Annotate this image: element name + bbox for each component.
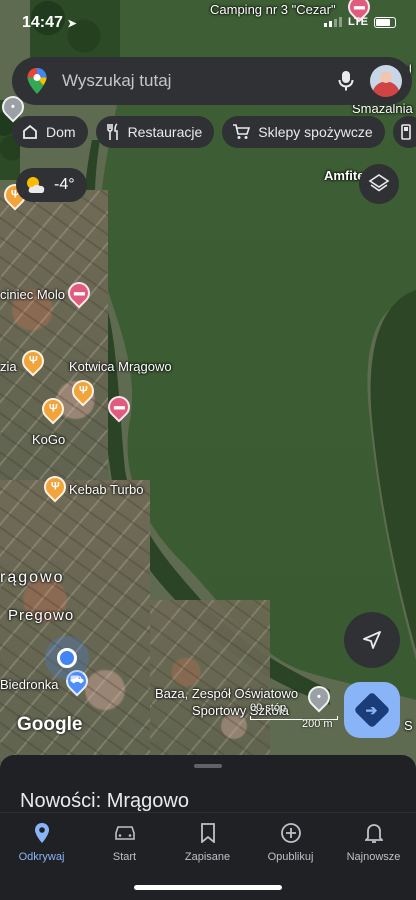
- bell-icon: [364, 824, 383, 843]
- chip-label: Dom: [46, 124, 76, 140]
- layers-button[interactable]: [359, 164, 399, 204]
- map-scale: 00 stóp 200 m: [250, 702, 338, 730]
- nav-label: Opublikuj: [267, 851, 314, 863]
- search-input[interactable]: Wyszukaj tutaj: [62, 71, 338, 91]
- nav-explore[interactable]: Odkrywaj: [0, 821, 83, 863]
- account-avatar[interactable]: [370, 65, 402, 97]
- home-indicator[interactable]: [134, 885, 282, 890]
- scale-feet: 00 stóp: [250, 702, 287, 714]
- map-label-biedronka: Biedronka: [0, 677, 59, 692]
- maps-logo-icon: [27, 68, 47, 94]
- search-bar[interactable]: Wyszukaj tutaj: [12, 57, 412, 105]
- map-label-molo: ciniec Molo: [0, 287, 66, 302]
- sheet-title: Nowości: Mrągowo: [20, 790, 189, 812]
- google-logo: Google: [17, 714, 83, 735]
- sheet-drag-handle[interactable]: [194, 764, 222, 768]
- category-chips: Dom Restauracje Sklepy spożywcze: [12, 116, 416, 148]
- clock: 14:47: [22, 14, 63, 31]
- nav-contribute[interactable]: Opublikuj: [249, 821, 332, 863]
- gas-station-icon: [400, 124, 411, 140]
- map-label-kotwica: Kotwica Mrągowo: [69, 359, 172, 374]
- partly-cloudy-icon: [27, 177, 45, 193]
- chip-label: Sklepy spożywcze: [258, 124, 373, 140]
- directions-button[interactable]: ➔: [344, 682, 400, 738]
- map-label-baza: Baza, Zespół Oświatowo: [155, 686, 299, 701]
- map-label-kogo: KoGo: [32, 432, 66, 447]
- map-label-kebab: Kebab Turbo: [69, 482, 144, 497]
- status-time: 14:47 ➤: [22, 14, 77, 32]
- home-icon: [23, 124, 37, 139]
- plus-circle-icon: [280, 823, 301, 843]
- nav-label: Start: [112, 851, 137, 863]
- map-label-town: rągowo: [0, 569, 65, 586]
- nav-label: Odkrywaj: [18, 851, 65, 863]
- pin-icon: [34, 823, 49, 843]
- scale-meters: 200 m: [302, 718, 333, 730]
- nav-start[interactable]: Start: [83, 821, 166, 863]
- layers-icon: [368, 174, 390, 192]
- bookmark-icon: [200, 823, 215, 843]
- navigation-arrow-icon: [363, 631, 381, 649]
- nav-updates[interactable]: Najnowsze: [332, 821, 415, 863]
- status-icons: LTE: [324, 16, 396, 28]
- nav-label: Zapisane: [184, 851, 231, 863]
- fork-knife-icon: [106, 123, 118, 140]
- car-icon: [114, 826, 135, 840]
- chip-home[interactable]: Dom: [12, 116, 88, 148]
- map-label-pregowo: Pregowo: [8, 607, 75, 624]
- map-label-edge: S: [404, 718, 413, 733]
- chip-fuel[interactable]: [392, 116, 416, 148]
- microphone-icon[interactable]: [338, 70, 354, 92]
- my-location-dot: [57, 648, 77, 668]
- temperature: -4°: [54, 176, 75, 193]
- status-bar: 14:47 ➤ LTE: [0, 0, 416, 46]
- chip-label: Restauracje: [127, 124, 203, 140]
- map-label-zia: zia: [0, 359, 17, 374]
- weather-badge[interactable]: -4°: [16, 168, 87, 202]
- chip-restaurants[interactable]: Restauracje: [95, 116, 215, 148]
- bottom-sheet[interactable]: Nowości: Mrągowo: [0, 755, 416, 815]
- battery-icon: [374, 16, 396, 28]
- directions-icon: ➔: [353, 691, 391, 729]
- nav-label: Najnowsze: [346, 851, 401, 863]
- cart-icon: [233, 124, 251, 139]
- signal-icon: [324, 17, 343, 27]
- location-arrow-icon: ➤: [67, 18, 77, 30]
- nav-saved[interactable]: Zapisane: [166, 821, 249, 863]
- my-location-button[interactable]: [344, 612, 400, 668]
- chip-groceries[interactable]: Sklepy spożywcze: [222, 116, 385, 148]
- network-type: LTE: [348, 16, 368, 28]
